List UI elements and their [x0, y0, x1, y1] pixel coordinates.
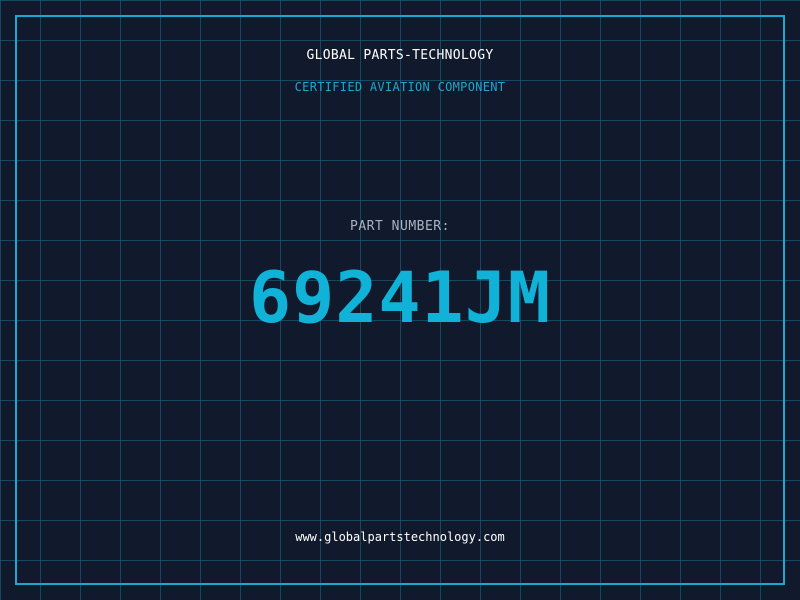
company-name: GLOBAL PARTS-TECHNOLOGY [306, 48, 494, 63]
part-number-value: 69241JM [248, 257, 551, 339]
certification-subtitle: CERTIFIED AVIATION COMPONENT [294, 80, 506, 94]
part-label-card: GLOBAL PARTS-TECHNOLOGY CERTIFIED AVIATI… [0, 0, 800, 600]
website-url: www.globalpartstechnology.com [295, 530, 505, 544]
part-number-label: PART NUMBER: [350, 219, 450, 234]
